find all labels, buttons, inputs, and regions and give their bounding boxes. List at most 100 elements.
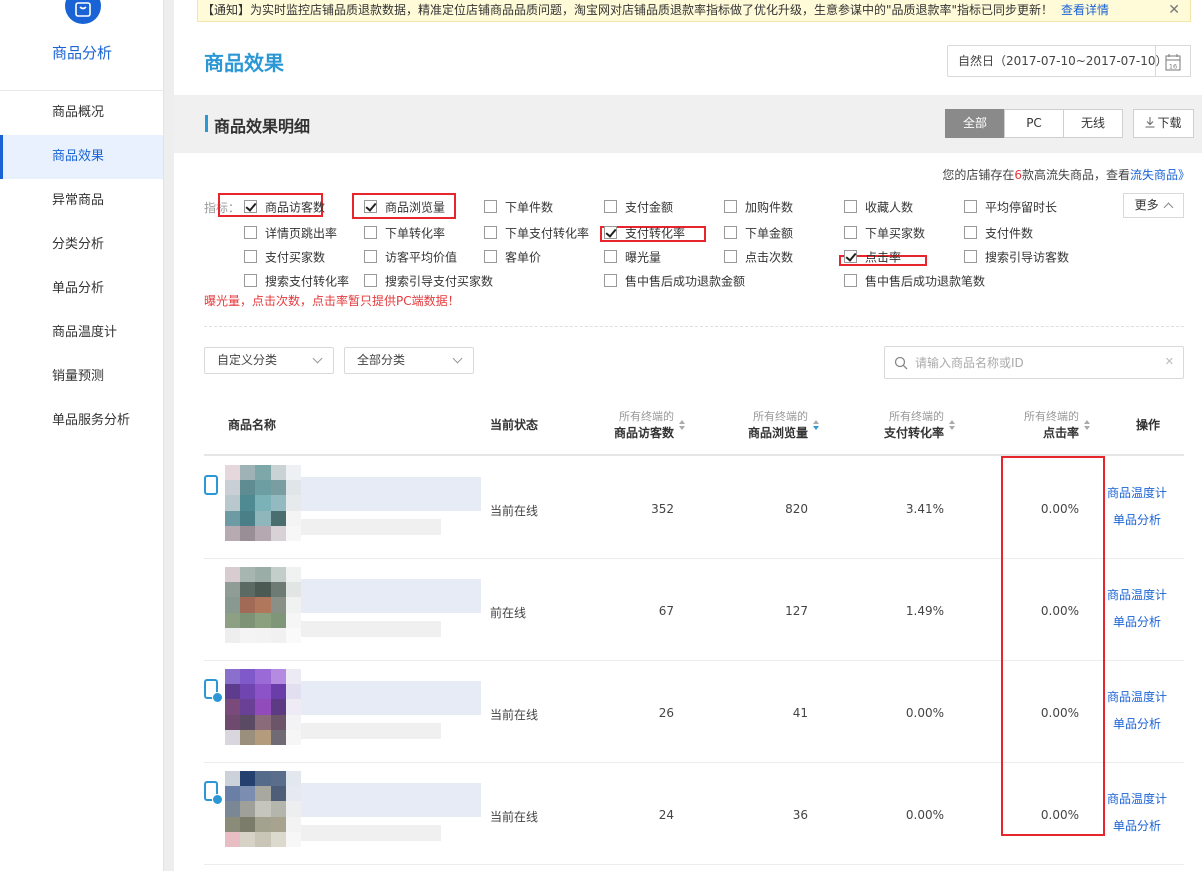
metric-checkbox-cart-items[interactable]: 加购件数 — [724, 200, 793, 216]
loss-products-link[interactable]: 流失商品》 — [1130, 168, 1190, 182]
segment-wireless[interactable]: 无线 — [1063, 109, 1123, 138]
col-visitors[interactable]: 所有终端的 商品访客数 — [604, 408, 674, 441]
col-pageviews[interactable]: 所有终端的 商品浏览量 — [738, 408, 808, 441]
metric-checkbox-refund-count[interactable]: 售中售后成功退款笔数 — [844, 274, 985, 290]
thermometer-link[interactable]: 商品温度计 — [1107, 688, 1167, 705]
calendar-button[interactable]: 16 — [1155, 45, 1191, 77]
metric-checkbox-clicks[interactable]: 点击次数 — [724, 250, 793, 266]
single-product-link[interactable]: 单品分析 — [1113, 817, 1161, 834]
checkbox-unchecked[interactable] — [604, 274, 617, 287]
checkbox-unchecked[interactable] — [964, 226, 977, 239]
checkbox-unchecked[interactable] — [364, 274, 377, 287]
thermometer-link[interactable]: 商品温度计 — [1107, 586, 1167, 603]
sidebar-item-abnormal[interactable]: 异常商品 — [0, 179, 163, 223]
custom-category-select[interactable]: 自定义分类 — [204, 347, 334, 374]
sidebar-item-category[interactable]: 分类分析 — [0, 223, 163, 267]
metric-checkbox-favorites[interactable]: 收藏人数 — [844, 200, 913, 216]
metric-checkbox-order-buyers[interactable]: 下单买家数 — [844, 226, 925, 242]
col-click-rate[interactable]: 所有终端的 点击率 — [1009, 408, 1079, 441]
metric-checkbox-order-items[interactable]: 下单件数 — [484, 200, 553, 216]
metric-checkbox-click-rate[interactable]: 点击率 — [844, 250, 901, 266]
checkbox-unchecked[interactable] — [724, 200, 737, 213]
metric-checkbox-search-pay-conversion[interactable]: 搜索支付转化率 — [244, 274, 349, 290]
single-product-link[interactable]: 单品分析 — [1113, 613, 1161, 630]
metric-checkbox-visitors[interactable]: 商品访客数 — [244, 200, 325, 216]
metric-checkbox-search-pay-buyers[interactable]: 搜索引导支付买家数 — [364, 274, 493, 290]
metric-checkbox-order-amount[interactable]: 下单金额 — [724, 226, 793, 242]
product-name-blurred[interactable] — [301, 477, 481, 511]
divider — [204, 326, 1184, 327]
metric-checkbox-bounce-rate[interactable]: 详情页跳出率 — [244, 226, 337, 242]
metric-checkbox-refund-amount[interactable]: 售中售后成功退款金额 — [604, 274, 745, 290]
single-product-link[interactable]: 单品分析 — [1113, 511, 1161, 528]
checkbox-checked[interactable] — [604, 226, 617, 239]
segment-pc[interactable]: PC — [1004, 109, 1064, 138]
checkbox-unchecked[interactable] — [964, 200, 977, 213]
checkbox-unchecked[interactable] — [604, 200, 617, 213]
notice-link[interactable]: 查看详情 — [1061, 3, 1109, 17]
checkbox-unchecked[interactable] — [964, 250, 977, 263]
product-name-blurred[interactable] — [301, 579, 481, 613]
metric-checkbox-visitor-value[interactable]: 访客平均价值 — [364, 250, 457, 266]
search-input[interactable] — [915, 353, 1155, 373]
checkbox-unchecked[interactable] — [244, 226, 257, 239]
metric-checkbox-avg-stay[interactable]: 平均停留时长 — [964, 200, 1057, 216]
notice-bar: 【通知】为实时监控店铺品质退款数据，精准定位店铺商品品质问题，淘宝网对店铺品质退… — [197, 0, 1191, 22]
clear-icon[interactable]: ✕ — [1165, 355, 1174, 368]
metric-checkbox-pay-items[interactable]: 支付件数 — [964, 226, 1033, 242]
checkbox-unchecked[interactable] — [364, 250, 377, 263]
sort-icon[interactable] — [813, 420, 820, 432]
checkbox-unchecked[interactable] — [724, 250, 737, 263]
date-range-select[interactable]: 自然日（2017-07-10~2017-07-10） — [947, 45, 1168, 77]
product-name-blurred[interactable] — [301, 681, 481, 715]
checkbox-unchecked[interactable] — [844, 274, 857, 287]
product-thumbnail[interactable] — [225, 669, 301, 745]
segment-all[interactable]: 全部 — [945, 109, 1005, 138]
product-thumbnail[interactable] — [225, 465, 301, 541]
checkbox-unchecked[interactable] — [244, 250, 257, 263]
sidebar-item-product-effect[interactable]: 商品效果 — [0, 135, 163, 179]
metric-checkbox-impressions[interactable]: 曝光量 — [604, 250, 661, 266]
sidebar-item-service[interactable]: 单品服务分析 — [0, 399, 163, 443]
metric-checkbox-pay-buyers[interactable]: 支付买家数 — [244, 250, 325, 266]
sort-icon[interactable] — [679, 420, 686, 432]
checkbox-unchecked[interactable] — [724, 226, 737, 239]
metric-checkbox-pageviews[interactable]: 商品浏览量 — [364, 200, 445, 216]
close-icon[interactable]: ✕ — [1168, 0, 1180, 20]
metric-label: 售中售后成功退款笔数 — [865, 274, 986, 289]
checkbox-checked[interactable] — [844, 250, 857, 263]
metric-checkbox-order-conversion[interactable]: 下单转化率 — [364, 226, 445, 242]
single-product-link[interactable]: 单品分析 — [1113, 715, 1161, 732]
checkbox-unchecked[interactable] — [484, 226, 497, 239]
metric-checkbox-pay-amount[interactable]: 支付金额 — [604, 200, 673, 216]
sidebar-item-overview[interactable]: 商品概况 — [0, 91, 163, 135]
metric-checkbox-order-pay-conversion[interactable]: 下单支付转化率 — [484, 226, 589, 242]
more-button[interactable]: 更多 — [1123, 193, 1184, 218]
sort-icon[interactable] — [1084, 420, 1091, 432]
checkbox-unchecked[interactable] — [844, 200, 857, 213]
thermometer-link[interactable]: 商品温度计 — [1107, 484, 1167, 501]
metric-checkbox-search-visitors[interactable]: 搜索引导访客数 — [964, 250, 1069, 266]
metric-checkbox-pay-conversion[interactable]: 支付转化率 — [604, 226, 685, 242]
checkbox-unchecked[interactable] — [604, 250, 617, 263]
checkbox-unchecked[interactable] — [484, 250, 497, 263]
checkbox-checked[interactable] — [364, 200, 377, 213]
metric-checkbox-unit-price[interactable]: 客单价 — [484, 250, 541, 266]
download-button[interactable]: 下载 — [1133, 109, 1194, 138]
col-pay-rate[interactable]: 所有终端的 支付转化率 — [874, 408, 944, 441]
checkbox-unchecked[interactable] — [484, 200, 497, 213]
sidebar-item-sales-forecast[interactable]: 销量预测 — [0, 355, 163, 399]
checkbox-unchecked[interactable] — [364, 226, 377, 239]
sidebar: 商品分析 商品概况 商品效果 异常商品 分类分析 单品分析 商品温度计 销量预测… — [0, 0, 164, 871]
sidebar-item-thermometer[interactable]: 商品温度计 — [0, 311, 163, 355]
product-thumbnail[interactable] — [225, 771, 301, 847]
checkbox-checked[interactable] — [244, 200, 257, 213]
checkbox-unchecked[interactable] — [244, 274, 257, 287]
product-name-blurred[interactable] — [301, 783, 481, 817]
sort-icon[interactable] — [949, 420, 956, 432]
checkbox-unchecked[interactable] — [844, 226, 857, 239]
product-thumbnail[interactable] — [225, 567, 301, 643]
all-category-select[interactable]: 全部分类 — [344, 347, 474, 374]
sidebar-item-single-product[interactable]: 单品分析 — [0, 267, 163, 311]
thermometer-link[interactable]: 商品温度计 — [1107, 790, 1167, 807]
